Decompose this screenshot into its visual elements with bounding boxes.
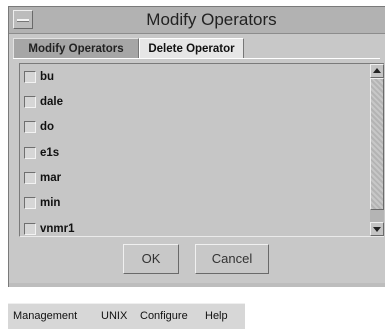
arrow-up-icon <box>373 68 381 73</box>
scroll-thumb[interactable] <box>370 78 384 210</box>
menu-unix[interactable]: UNIX <box>101 304 127 329</box>
operator-label: e1s <box>40 147 60 159</box>
operator-item-e1s[interactable]: e1s <box>24 144 364 162</box>
operator-item-bu[interactable]: bu <box>24 68 364 86</box>
tab-divider <box>13 58 380 59</box>
window-menu-button[interactable] <box>13 10 33 29</box>
menu-bar: Management UNIX Configure Help <box>8 303 245 329</box>
operator-checkbox[interactable] <box>24 96 36 108</box>
operator-item-mar[interactable]: mar <box>24 169 364 187</box>
cancel-button[interactable]: Cancel <box>195 244 269 274</box>
operator-label: min <box>40 197 61 209</box>
operator-checkbox[interactable] <box>24 121 36 133</box>
modify-operators-dialog: Modify Operators Modify Operators Delete… <box>8 6 385 287</box>
operator-label: do <box>40 121 55 133</box>
vertical-scrollbar[interactable] <box>370 64 384 236</box>
operator-item-min[interactable]: min <box>24 194 364 212</box>
operator-item-vnmr1[interactable]: vnmr1 <box>24 220 364 236</box>
operator-label: dale <box>40 96 64 108</box>
operator-checkbox[interactable] <box>24 223 36 235</box>
arrow-down-icon <box>373 227 381 232</box>
operator-checkbox[interactable] <box>24 147 36 159</box>
operator-checkbox[interactable] <box>24 197 36 209</box>
window-menu-icon <box>17 19 29 22</box>
operator-label: mar <box>40 172 62 184</box>
scroll-down-button[interactable] <box>370 222 384 236</box>
ok-button[interactable]: OK <box>123 244 179 274</box>
operator-label: bu <box>40 71 55 83</box>
operator-list-panel: bu dale do e1s mar min vnmr1 <box>19 63 384 237</box>
menu-configure[interactable]: Configure <box>140 304 188 329</box>
title-bar[interactable]: Modify Operators <box>9 7 385 34</box>
menu-management[interactable]: Management <box>13 304 77 329</box>
operator-checkbox[interactable] <box>24 172 36 184</box>
tab-delete-operator[interactable]: Delete Operator <box>139 38 244 58</box>
dialog-bottom-border <box>9 283 385 287</box>
operator-item-dale[interactable]: dale <box>24 93 364 111</box>
operator-checkbox[interactable] <box>24 71 36 83</box>
operator-item-do[interactable]: do <box>24 118 364 136</box>
menu-help[interactable]: Help <box>205 304 228 329</box>
operator-label: vnmr1 <box>40 223 75 235</box>
dialog-title: Modify Operators <box>146 10 277 29</box>
tab-modify-operators[interactable]: Modify Operators <box>13 38 139 58</box>
scroll-up-button[interactable] <box>370 64 384 78</box>
